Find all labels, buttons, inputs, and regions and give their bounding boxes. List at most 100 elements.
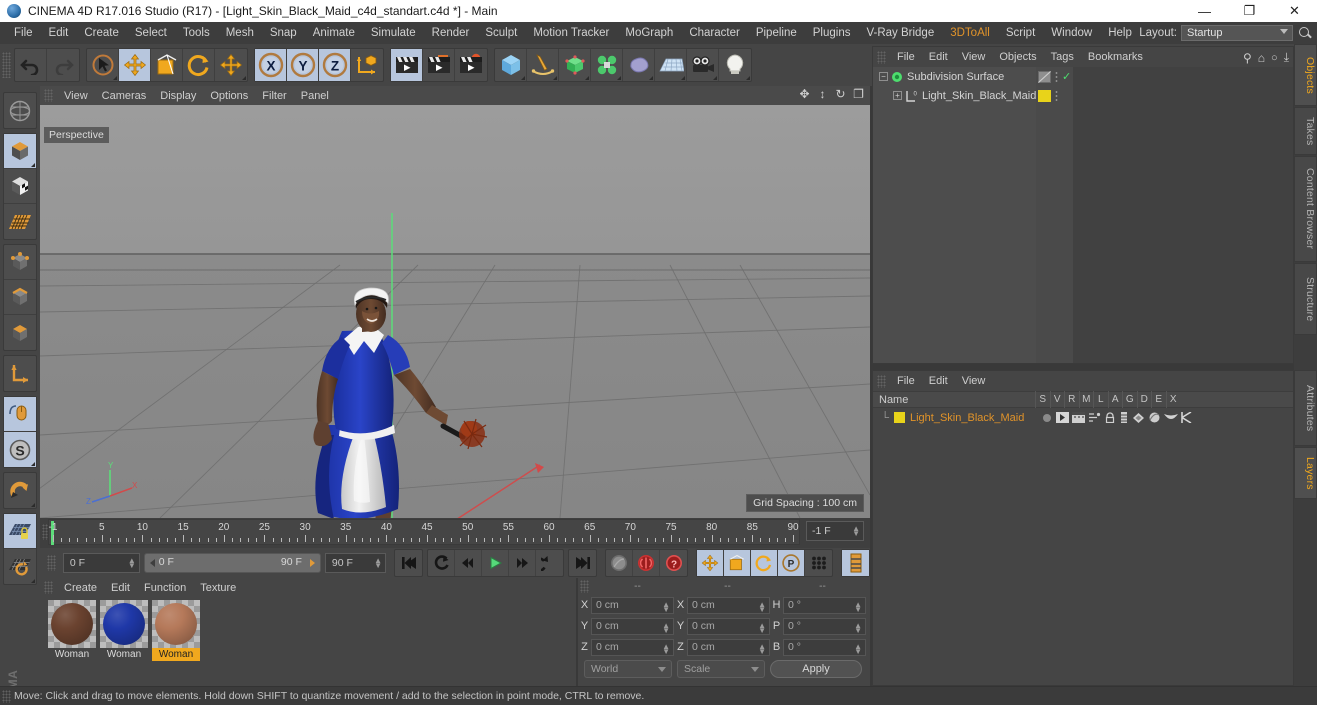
range-left-arrow-icon[interactable] (149, 559, 155, 567)
om-link-icon[interactable]: ○ (1271, 52, 1278, 64)
deformer-toggle-icon[interactable] (1148, 412, 1161, 423)
menu-3dtoall[interactable]: 3DToAll (942, 24, 998, 42)
position-z-input[interactable]: 0 cm ▲ ▼ (591, 638, 674, 656)
menu-snap[interactable]: Snap (262, 24, 305, 42)
tag-dots-icon[interactable] (1055, 70, 1058, 83)
parameter-key-toggle[interactable]: P (778, 550, 805, 576)
om-search-icon[interactable]: ⚲ (1243, 51, 1252, 65)
add-spline-button[interactable] (527, 49, 559, 81)
menu-plugins[interactable]: Plugins (805, 24, 859, 42)
points-mode-button[interactable] (4, 245, 36, 280)
model-mode-button[interactable] (4, 134, 36, 169)
viewport-menu-panel[interactable]: Panel (294, 88, 336, 104)
layer-row[interactable]: └ Light_Skin_Black_Maid (873, 409, 1293, 426)
menu-tools[interactable]: Tools (175, 24, 218, 42)
polygon-grid-mode-button[interactable] (4, 204, 36, 239)
menu-motion-tracker[interactable]: Motion Tracker (525, 24, 617, 42)
spinner-icon[interactable]: ▲ ▼ (854, 621, 862, 634)
tab-takes[interactable]: Takes (1294, 107, 1317, 155)
tag-dots-icon[interactable] (1055, 89, 1058, 102)
spinner-icon[interactable]: ▲ ▼ (758, 600, 766, 613)
tab-attributes[interactable]: Attributes (1294, 370, 1317, 446)
spinner-icon[interactable]: ▲ ▼ (852, 525, 860, 538)
material-preview[interactable] (152, 600, 200, 648)
play-button[interactable] (482, 550, 509, 576)
rotation-p-input[interactable]: 0 ° ▲ ▼ (783, 617, 866, 635)
toolbar-grip[interactable] (2, 52, 11, 78)
end-frame-field[interactable]: 90 F ▲ ▼ (324, 553, 386, 573)
material-menu-function[interactable]: Function (137, 580, 193, 596)
scale-tool[interactable] (151, 49, 183, 81)
rotate-tool[interactable] (183, 49, 215, 81)
object-menu-edit[interactable]: Edit (922, 49, 955, 65)
spinner-icon[interactable]: ▲ ▼ (662, 642, 670, 655)
menu-script[interactable]: Script (998, 24, 1043, 42)
viewport-dolly-icon[interactable]: ↕ (816, 88, 829, 101)
size-x-input[interactable]: 0 cm ▲ ▼ (687, 596, 770, 614)
menu-character[interactable]: Character (681, 24, 748, 42)
position-x-input[interactable]: 0 cm ▲ ▼ (591, 596, 674, 614)
render-toggle-icon[interactable] (1072, 412, 1085, 423)
add-environment-button[interactable] (623, 49, 655, 81)
spinner-icon[interactable]: ▲ ▼ (854, 600, 862, 613)
spinner-icon[interactable]: ▲ ▼ (758, 621, 766, 634)
om-home-icon[interactable]: ⌂ (1258, 51, 1265, 65)
render-region-button[interactable] (423, 49, 455, 81)
tab-content-browser[interactable]: Content Browser (1294, 156, 1317, 262)
size-mode-dropdown[interactable]: Scale (677, 660, 765, 678)
lock-toggle-icon[interactable] (1104, 412, 1116, 423)
spinner-icon[interactable]: ▲ ▼ (758, 642, 766, 655)
object-manager-grip[interactable] (877, 50, 886, 64)
go-to-end-button[interactable] (569, 550, 596, 576)
current-time-field[interactable]: 0 F ▲ ▼ (62, 553, 140, 573)
preview-range-bar[interactable]: 0 F 90 F (143, 553, 321, 573)
menu-help[interactable]: Help (1100, 24, 1140, 42)
menu-file[interactable]: File (6, 24, 41, 42)
add-deformer-button[interactable] (591, 49, 623, 81)
range-right-arrow-icon[interactable] (309, 559, 315, 567)
viewport-rotate-icon[interactable]: ↻ (834, 88, 847, 101)
menu-mograph[interactable]: MoGraph (617, 24, 681, 42)
undo-view-button[interactable] (4, 93, 36, 128)
object-menu-tags[interactable]: Tags (1044, 49, 1081, 65)
material-item[interactable]: Woman (48, 600, 96, 661)
keyframe-selection-button[interactable]: ? (660, 550, 687, 576)
point-level-animation-button[interactable] (805, 550, 832, 576)
spinner-icon[interactable]: ▲ ▼ (662, 600, 670, 613)
manager-toggle-icon[interactable] (1088, 412, 1101, 423)
viewport-grip[interactable] (44, 89, 53, 102)
material-preview[interactable] (100, 600, 148, 648)
menu-window[interactable]: Window (1043, 24, 1100, 42)
layer-manager-grip[interactable] (877, 374, 886, 388)
material-tag-icon[interactable] (1038, 89, 1051, 102)
position-y-input[interactable]: 0 cm ▲ ▼ (591, 617, 674, 635)
coordinate-system-dropdown[interactable]: World (584, 660, 672, 678)
material-item[interactable]: Woman (100, 600, 148, 661)
viewport-menu-cameras[interactable]: Cameras (95, 88, 154, 104)
viewport-menu-options[interactable]: Options (203, 88, 255, 104)
autokeying-button[interactable] (633, 550, 660, 576)
move-tool[interactable] (119, 49, 151, 81)
spinner-icon[interactable]: ▲ ▼ (374, 557, 382, 570)
material-menu-texture[interactable]: Texture (193, 580, 243, 596)
current-frame-field[interactable]: -1 F ▲ ▼ (806, 521, 864, 541)
menu-edit[interactable]: Edit (41, 24, 77, 42)
undo-button[interactable] (15, 49, 47, 81)
coordinates-grip[interactable] (580, 580, 589, 593)
step-forward-button[interactable] (509, 550, 536, 576)
dynamic-place-tool[interactable] (215, 49, 247, 81)
go-to-start-button[interactable] (395, 550, 422, 576)
menu-simulate[interactable]: Simulate (363, 24, 424, 42)
x-axis-lock[interactable]: X (255, 49, 287, 81)
menu-select[interactable]: Select (127, 24, 175, 42)
menu-create[interactable]: Create (76, 24, 127, 42)
material-item-selected[interactable]: Woman (152, 600, 200, 661)
size-y-input[interactable]: 0 cm ▲ ▼ (687, 617, 770, 635)
material-menu-edit[interactable]: Edit (104, 580, 137, 596)
layer-color-swatch[interactable] (894, 412, 905, 423)
spinner-icon[interactable]: ▲ ▼ (128, 557, 136, 570)
viewport-pan-icon[interactable]: ✥ (798, 88, 811, 101)
layer-menu-edit[interactable]: Edit (922, 373, 955, 389)
render-settings-button[interactable] (455, 49, 487, 81)
record-active-objects-button[interactable] (606, 550, 633, 576)
